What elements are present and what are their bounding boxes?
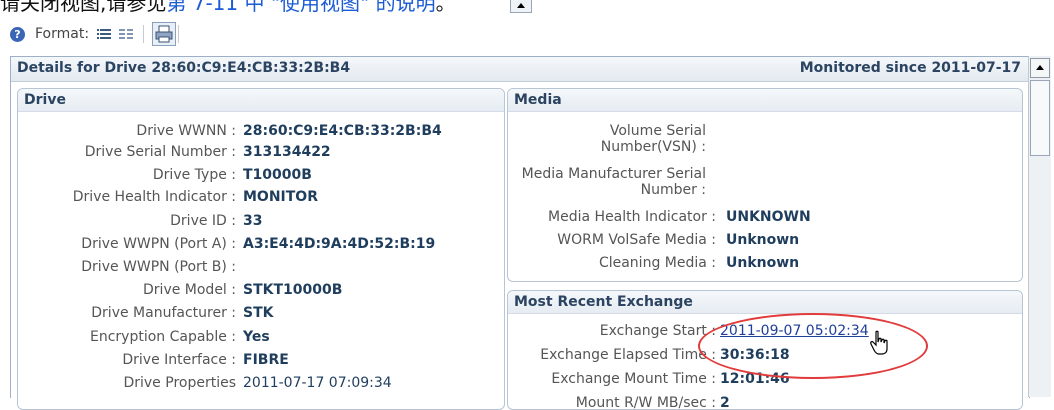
drive-row-label: Drive Type : <box>152 167 236 183</box>
media-section: Media Volume Serial Number(VSN) : Media … <box>507 88 1023 282</box>
drive-row-label: Drive Manufacturer : <box>91 305 236 321</box>
drive-row-value: T10000B <box>243 167 312 183</box>
drive-row-value: 33 <box>243 213 263 229</box>
monitored-since: Monitored since 2011-07-17 <box>799 60 1021 76</box>
drive-row-value: FIBRE <box>243 352 289 368</box>
drive-row-value: A3:E4:4D:9A:4D:52:B:19 <box>243 236 436 252</box>
hand-cursor-icon <box>870 330 888 355</box>
media-label-health: Media Health Indicator : <box>548 209 716 225</box>
drive-section-header: Drive <box>18 89 504 112</box>
drive-row-value: Yes <box>243 329 270 345</box>
drive-row-label: Encryption Capable : <box>90 329 236 345</box>
drive-row-label: Drive ID : <box>170 213 236 229</box>
exchange-label-start: Exchange Start : <box>599 323 716 339</box>
collapse-up-icon[interactable] <box>510 0 532 13</box>
exchange-value-rw: 2 <box>720 395 730 410</box>
drive-row-label: Drive Health Indicator : <box>72 189 236 205</box>
scroll-thumb[interactable] <box>1030 80 1050 156</box>
drive-row-label: Drive Model : <box>143 282 236 298</box>
toolbar: ? Format: <box>10 22 185 46</box>
instruction-prefix: 请关闭视图,请参见 <box>0 0 167 15</box>
exchange-label-mount: Exchange Mount Time : <box>551 371 716 387</box>
drive-row-value: 28:60:C9:E4:CB:33:2B:B4 <box>243 123 442 139</box>
media-label-vsn-1: Volume Serial <box>609 123 706 139</box>
drive-row-value: 2011-07-17 07:09:34 <box>243 375 392 391</box>
media-label-mfr-1: Media Manufacturer Serial <box>521 166 706 182</box>
top-instruction-text: 请关闭视图,请参见第 7-11 中 "使用视图" 的说明。 <box>0 0 700 18</box>
drive-section: Drive Drive WWNN : 28:60:C9:E4:CB:33:2B:B… <box>17 88 505 410</box>
panel-header: Details for Drive 28:60:C9:E4:CB:33:2B:B… <box>11 57 1029 82</box>
drive-row-value: 313134422 <box>243 144 331 160</box>
media-label-worm: WORM VolSafe Media : <box>557 232 716 248</box>
printer-icon <box>155 25 173 43</box>
help-icon[interactable]: ? <box>10 26 25 42</box>
drive-row-label: Drive Serial Number : <box>84 144 236 160</box>
media-section-header: Media <box>508 89 1022 112</box>
format-label: Format: <box>35 26 90 42</box>
toolbar-separator <box>143 25 145 43</box>
vertical-scrollbar[interactable] <box>1028 56 1051 397</box>
drive-row-label: Drive WWPN (Port A) : <box>81 236 236 252</box>
drive-row-value: MONITOR <box>243 189 318 205</box>
exchange-label-elapsed: Exchange Elapsed Time : <box>540 347 716 363</box>
drive-row-label: Drive Interface : <box>122 352 236 368</box>
print-button[interactable] <box>152 22 177 46</box>
media-label-vsn-2: Number(VSN) : <box>600 139 706 155</box>
panel-title: Details for Drive 28:60:C9:E4:CB:33:2B:B… <box>17 60 351 76</box>
toolbar-separator-2 <box>178 25 180 43</box>
list-view-icon[interactable] <box>97 27 112 41</box>
instruction-suffix: 。 <box>435 0 456 15</box>
instruction-link[interactable]: 第 7-11 中 "使用视图" 的说明 <box>166 0 435 15</box>
drive-row-value: STK <box>243 305 274 321</box>
exchange-section-header: Most Recent Exchange <box>508 291 1022 314</box>
exchange-label-rw: Mount R/W MB/sec : <box>575 395 716 410</box>
media-value-health: UNKNOWN <box>726 209 811 225</box>
media-value-worm: Unknown <box>726 232 800 248</box>
drive-row-label: Drive WWPN (Port B) : <box>81 259 236 275</box>
highlight-ellipse <box>698 313 928 379</box>
drive-row-value: STKT10000B <box>243 282 343 298</box>
drive-row-label: Drive WWNN : <box>136 123 236 139</box>
columns-view-icon[interactable] <box>119 27 134 41</box>
drive-row-label: Drive Properties <box>123 375 236 391</box>
media-label-mfr-2: Number : <box>640 182 706 198</box>
scroll-up-icon[interactable] <box>1030 58 1050 78</box>
media-label-cleaning: Cleaning Media : <box>598 255 716 271</box>
media-value-cleaning: Unknown <box>726 255 800 271</box>
